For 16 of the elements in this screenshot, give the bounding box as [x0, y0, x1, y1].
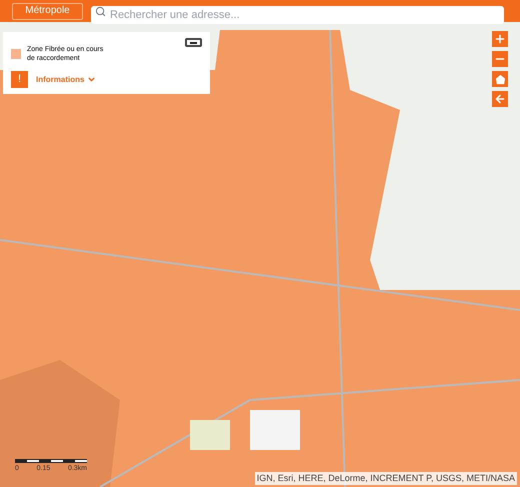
minus-icon — [190, 42, 197, 44]
zoom-out-button[interactable] — [492, 51, 508, 67]
scale-bar — [15, 459, 87, 464]
home-button[interactable] — [492, 71, 508, 87]
alert-icon: ! — [11, 71, 28, 88]
arrow-left-icon — [494, 93, 506, 105]
search-icon — [95, 6, 106, 17]
back-button[interactable] — [492, 91, 508, 107]
plus-icon — [494, 33, 506, 45]
search-field[interactable]: Rechercher une adresse... — [91, 6, 504, 24]
collapse-button[interactable] — [185, 38, 202, 47]
chevron-down-icon — [87, 75, 96, 84]
informations-toggle[interactable]: Informations — [36, 74, 96, 86]
metropole-button[interactable]: Métropole — [12, 2, 83, 20]
attribution-text: IGN, Esri, HERE, DeLorme, INCREMENT P, USGS, METI/NASA — [254, 472, 517, 485]
zoom-in-button[interactable] — [492, 31, 508, 47]
